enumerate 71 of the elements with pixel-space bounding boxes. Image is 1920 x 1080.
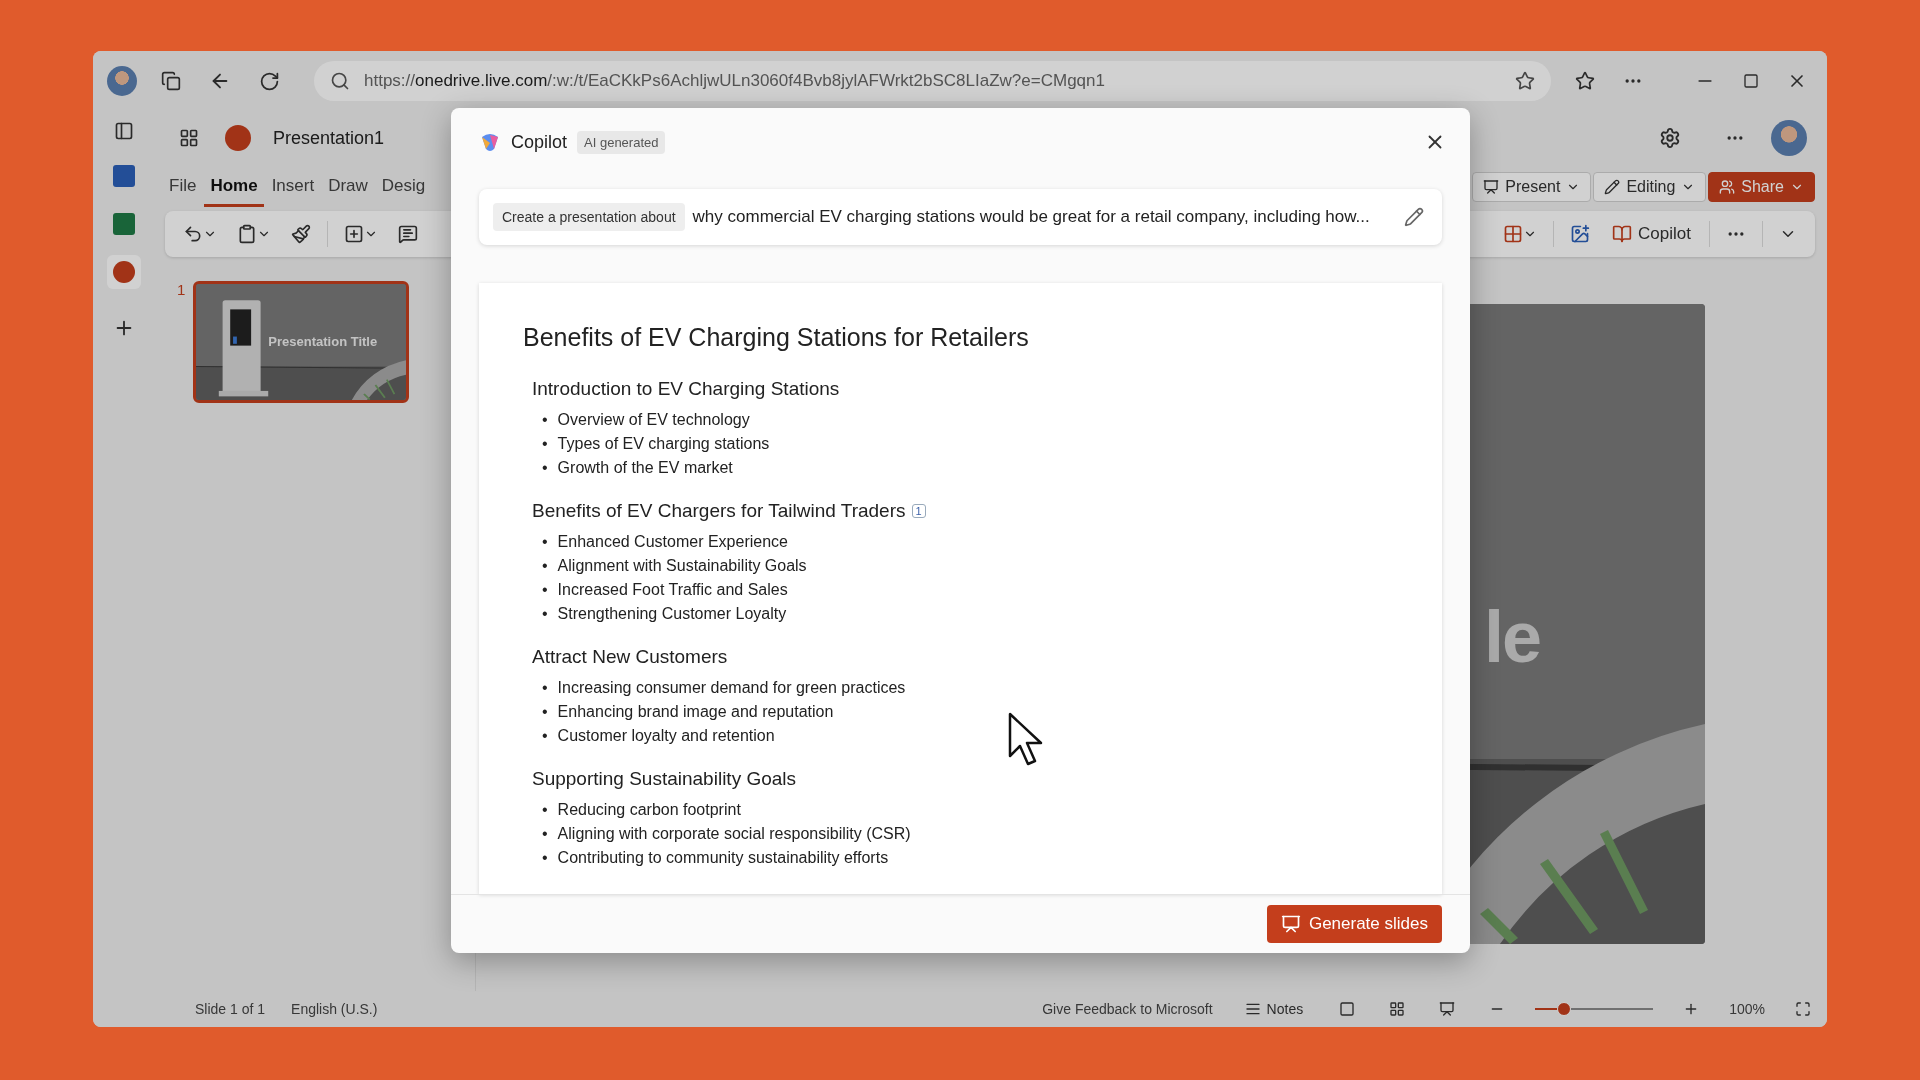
editing-button[interactable]: Editing xyxy=(1593,172,1707,202)
section-heading: Introduction to EV Charging Stations xyxy=(532,378,840,400)
outline-item: Growth of the EV market xyxy=(557,458,733,478)
bullet-mark: • xyxy=(542,726,548,746)
ribbon-tab[interactable]: Home xyxy=(204,167,264,207)
url-text: https://onedrive.live.com/:w:/t/EaCKkPs6AchljwULn3060f4Bvb8jylAFWrkt2bSC8LIaZw?e=CMgqn1 xyxy=(364,71,1106,91)
section-heading: Attract New Customers xyxy=(532,646,728,668)
bullet-mark: • xyxy=(542,556,548,576)
ai-generated-badge: AI generated xyxy=(577,130,666,154)
profile-avatar[interactable] xyxy=(107,66,137,96)
bullet-mark: • xyxy=(542,848,548,868)
bullet-mark: • xyxy=(542,702,548,722)
presentation-icon xyxy=(1483,179,1500,195)
share-button[interactable]: Share xyxy=(1708,172,1815,202)
outline-item: Overview of EV technology xyxy=(557,410,750,430)
outline-item: Enhanced Customer Experience xyxy=(557,532,788,552)
bullet-mark: • xyxy=(542,434,548,454)
powerpoint-logo-icon xyxy=(225,125,251,151)
bullet-mark: • xyxy=(542,580,548,600)
bullet-mark: • xyxy=(542,824,548,844)
search-icon xyxy=(330,71,350,91)
slide-count: Slide 1 of 1 xyxy=(195,1001,266,1017)
zoom-level[interactable]: 100% xyxy=(1729,1001,1765,1017)
outline-item: Aligning with corporate social responsibility (CSR) xyxy=(557,824,911,844)
outline-item: Enhancing brand image and reputation xyxy=(557,702,834,722)
section-heading: Supporting Sustainability Goals xyxy=(532,768,797,790)
prompt-text: why commercial EV charging stations would be great for a retail company, including how... xyxy=(692,207,1371,227)
bullet-mark: • xyxy=(542,532,548,552)
present-button[interactable]: Present xyxy=(1472,172,1592,202)
bullet-mark: • xyxy=(542,678,548,698)
powerpoint-app-icon[interactable] xyxy=(107,255,141,289)
outline-item: Increased Foot Traffic and Sales xyxy=(557,580,788,600)
bullet-mark: • xyxy=(542,800,548,820)
ribbon-tab[interactable]: Draw xyxy=(322,167,374,207)
user-avatar[interactable] xyxy=(1771,120,1807,156)
prompt-chip: Create a presentation about xyxy=(493,203,685,231)
notes-button[interactable]: Notes xyxy=(1238,1000,1310,1018)
ribbon-tab[interactable]: Insert xyxy=(265,167,321,207)
thumbnail-title: Presentation Title xyxy=(268,334,378,349)
outline-item: Types of EV charging stations xyxy=(557,434,770,454)
notes-icon xyxy=(1244,1001,1261,1017)
copilot-logo-icon xyxy=(479,131,501,153)
outline-title: Benefits of EV Charging Stations for Retailers xyxy=(523,323,1030,352)
outline-item: Increasing consumer demand for green practices xyxy=(557,678,906,698)
bullet-mark: • xyxy=(542,458,548,478)
generate-slides-button[interactable]: Generate slides xyxy=(1266,905,1442,943)
outline-item: Reducing carbon footprint xyxy=(557,800,741,820)
bullet-mark: • xyxy=(542,604,548,624)
slides-icon xyxy=(1280,914,1301,934)
language-label[interactable]: English (U.S.) xyxy=(291,1001,378,1017)
document-title[interactable]: Presentation1 xyxy=(273,127,385,149)
people-icon xyxy=(1719,179,1736,195)
citation-link[interactable]: 1 xyxy=(911,504,926,518)
feedback-link[interactable]: Give Feedback to Microsoft xyxy=(1042,1001,1213,1017)
outline-item: Alignment with Sustainability Goals xyxy=(557,556,807,576)
copilot-button[interactable]: Copilot xyxy=(1606,223,1697,245)
ribbon-tab[interactable]: File xyxy=(163,167,203,207)
dialog-title: Copilot xyxy=(511,131,568,153)
ribbon-tab[interactable]: Desig xyxy=(375,167,432,207)
slider-thumb[interactable] xyxy=(1556,1002,1571,1016)
outline-item: Contributing to community sustainability efforts xyxy=(557,848,889,868)
section-heading: Benefits of EV Chargers for Tailwind Traders xyxy=(532,500,906,522)
bullet-mark: • xyxy=(542,410,548,430)
outline-item: Customer loyalty and retention xyxy=(557,726,775,746)
slide-title: le xyxy=(1483,596,1540,678)
favorite-icon[interactable] xyxy=(1515,71,1535,91)
address-bar[interactable]: https://onedrive.live.com/:w:/t/EaCKkPs6AchljwULn3060f4Bvb8jylAFWrkt2bSC8LIaZw?e=CMgqn1 xyxy=(314,61,1551,101)
prompt-field[interactable]: Create a presentation about why commercial EV charging stations would be great for a retail company, including how... xyxy=(479,189,1442,245)
slide-number: 1 xyxy=(177,281,186,298)
outline-item: Strengthening Customer Loyalty xyxy=(557,604,787,624)
pencil-icon xyxy=(1604,179,1621,195)
